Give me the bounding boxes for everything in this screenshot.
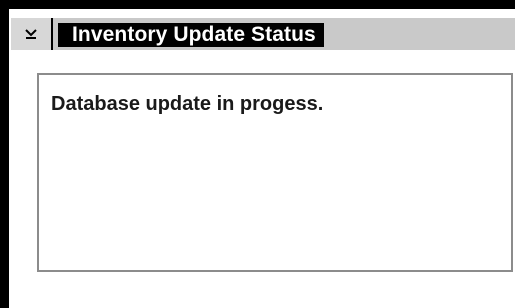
status-message: Database update in progess. — [51, 93, 324, 115]
chevron-down-icon — [23, 26, 39, 42]
window-title: Inventory Update Status — [58, 23, 324, 47]
status-panel: Database update in progess. — [37, 73, 513, 272]
title-bar[interactable]: Inventory Update Status — [11, 18, 515, 50]
window: Inventory Update Status Database update … — [0, 0, 515, 308]
system-menu-button[interactable] — [11, 18, 53, 50]
